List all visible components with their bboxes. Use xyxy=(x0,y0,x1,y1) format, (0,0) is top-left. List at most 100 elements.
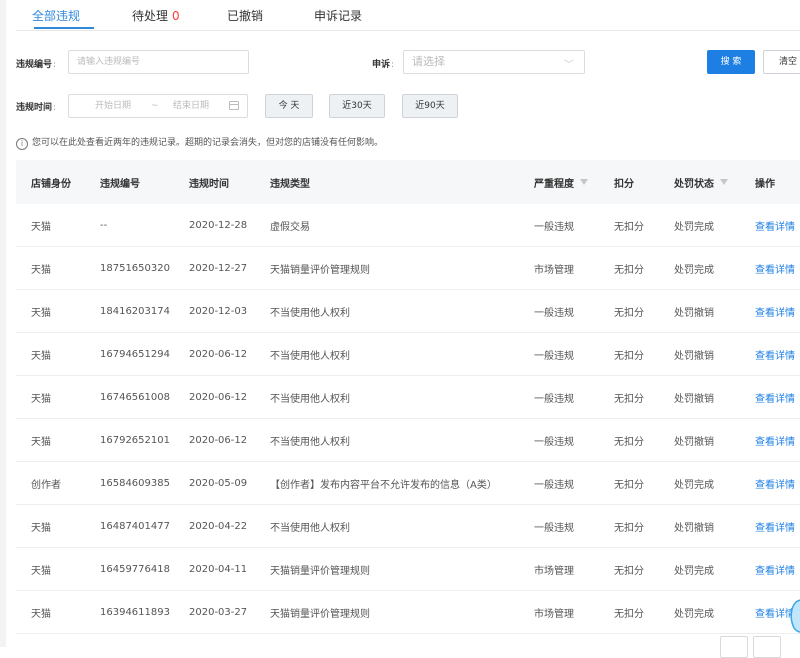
col-header-violation-type: 违规类型 xyxy=(270,178,310,190)
violation-time-label-text: 违规时间 xyxy=(16,103,53,113)
cell-penalty-status: 处罚撤销 xyxy=(674,393,714,405)
cell-shop-identity: 天猫 xyxy=(31,307,51,319)
cell-violation-time: 2020-12-03 xyxy=(189,305,248,317)
cell-violation-no: 18751650320 xyxy=(100,262,170,274)
cell-shop-identity: 天猫 xyxy=(31,565,51,577)
table-row: 天猫 16746561008 2020-06-12 不当使用他人权利 一般违规 无扣分 处罚… xyxy=(16,376,800,419)
tab-appeal-records[interactable]: 申诉记录 xyxy=(314,7,362,24)
tab-pending-label: 待处理 xyxy=(132,9,169,23)
table-row: 创作者 16584609385 2020-05-09 【创作者】发布内容平台不允许发布… xyxy=(16,462,800,505)
view-details-link[interactable]: 查看详情 xyxy=(755,505,795,547)
cell-violation-time: 2020-05-09 xyxy=(189,477,248,489)
range-separator: ~ xyxy=(151,101,159,111)
cell-points: 无扣分 xyxy=(614,565,644,577)
today-button[interactable]: 今 天 xyxy=(265,94,313,118)
retention-notice-text: 您可以在此处查看近两年的违规记录。超期的记录会消失，但对您的店铺没有任何影响。 xyxy=(32,138,384,148)
cell-violation-time: 2020-06-12 xyxy=(189,434,248,446)
cell-shop-identity: 天猫 xyxy=(31,221,51,233)
cell-violation-time: 2020-06-12 xyxy=(189,348,248,360)
cell-violation-no: 16487401477 xyxy=(100,520,170,532)
cell-shop-identity: 天猫 xyxy=(31,436,51,448)
cell-violation-time: 2020-12-28 xyxy=(189,219,248,231)
tab-revoked[interactable]: 已撤销 xyxy=(227,7,263,24)
view-details-link[interactable]: 查看详情 xyxy=(755,462,795,504)
col-header-shop-identity: 店铺身份 xyxy=(31,178,71,190)
cell-violation-type: 不当使用他人权利 xyxy=(270,436,350,448)
tab-all-violations[interactable]: 全部违规 xyxy=(32,7,80,24)
cell-violation-time: 2020-03-27 xyxy=(189,606,248,618)
retention-notice: i 您可以在此处查看近两年的违规记录。超期的记录会消失，但对您的店铺没有任何影响。 xyxy=(16,135,383,150)
filter-icon[interactable] xyxy=(720,179,728,185)
assistant-float-icon[interactable] xyxy=(788,598,800,636)
violation-no-label: 违规编号: xyxy=(16,57,56,70)
cell-violation-time: 2020-12-27 xyxy=(189,262,248,274)
cell-violation-no: 16584609385 xyxy=(100,477,170,489)
view-details-link[interactable]: 查看详情 xyxy=(755,333,795,375)
violation-no-input[interactable]: 请输入违规编号 xyxy=(68,50,249,74)
last-90-days-button[interactable]: 近90天 xyxy=(402,94,458,118)
cell-shop-identity: 天猫 xyxy=(31,350,51,362)
calendar-icon xyxy=(229,101,239,110)
cell-points: 无扣分 xyxy=(614,436,644,448)
cell-violation-time: 2020-04-11 xyxy=(189,563,248,575)
search-button[interactable]: 搜 索 xyxy=(707,50,755,74)
cell-penalty-status: 处罚完成 xyxy=(674,264,714,276)
cell-violation-type: 不当使用他人权利 xyxy=(270,350,350,362)
clear-button[interactable]: 清空 xyxy=(763,50,800,74)
violations-table: 店铺身份 违规编号 违规时间 违规类型 严重程度 扣分 处罚状态 操作 天猫 --… xyxy=(16,160,800,634)
cell-violation-type: 天猫销量评价管理规则 xyxy=(270,565,370,577)
table-row: 天猫 16794651294 2020-06-12 不当使用他人权利 一般违规 无扣分 处罚… xyxy=(16,333,800,376)
col-header-penalty-status-label: 处罚状态 xyxy=(674,178,714,190)
table-row: 天猫 16487401477 2020-04-22 不当使用他人权利 一般违规 无扣分 处罚… xyxy=(16,505,800,548)
col-header-violation-time: 违规时间 xyxy=(189,178,229,190)
table-row: 天猫 16792652101 2020-06-12 不当使用他人权利 一般违规 无扣分 处罚… xyxy=(16,419,800,462)
end-date-placeholder: 结束日期 xyxy=(173,101,210,111)
col-header-penalty-status[interactable]: 处罚状态 xyxy=(674,160,728,204)
cell-severity: 一般违规 xyxy=(534,522,574,534)
cell-severity: 一般违规 xyxy=(534,307,574,319)
date-range-picker[interactable]: 开始日期 ~ 结束日期 xyxy=(68,94,248,118)
cell-violation-type: 不当使用他人权利 xyxy=(270,307,350,319)
filter-icon[interactable] xyxy=(580,179,588,185)
cell-points: 无扣分 xyxy=(614,221,644,233)
table-row: 天猫 -- 2020-12-28 虚假交易 一般违规 无扣分 处罚完成 查看详情 xyxy=(16,204,800,247)
cell-violation-type: 【创作者】发布内容平台不允许发布的信息（A类） xyxy=(270,479,497,491)
cell-violation-no: 18416203174 xyxy=(100,305,170,317)
cell-points: 无扣分 xyxy=(614,393,644,405)
view-details-link[interactable]: 查看详情 xyxy=(755,290,795,332)
col-header-severity-label: 严重程度 xyxy=(534,178,574,190)
pager-prev-button[interactable] xyxy=(720,636,748,658)
pager-page-button[interactable] xyxy=(753,636,781,658)
col-header-action: 操作 xyxy=(755,178,775,190)
appeal-select[interactable]: 请选择 ﹀ xyxy=(403,50,585,74)
cell-penalty-status: 处罚完成 xyxy=(674,608,714,620)
cell-violation-type: 天猫销量评价管理规则 xyxy=(270,608,370,620)
cell-severity: 一般违规 xyxy=(534,350,574,362)
chevron-down-icon: ﹀ xyxy=(564,60,574,71)
pending-count-badge: 0 xyxy=(172,9,180,23)
cell-severity: 市场管理 xyxy=(534,608,574,620)
tab-bar: 全部违规 待处理 0 已撤销 申诉记录 xyxy=(16,0,800,31)
view-details-link[interactable]: 查看详情 xyxy=(755,204,795,246)
cell-points: 无扣分 xyxy=(614,264,644,276)
col-header-severity[interactable]: 严重程度 xyxy=(534,160,588,204)
cell-severity: 市场管理 xyxy=(534,264,574,276)
view-details-link[interactable]: 查看详情 xyxy=(755,247,795,289)
cell-shop-identity: 天猫 xyxy=(31,393,51,405)
cell-penalty-status: 处罚完成 xyxy=(674,565,714,577)
cell-violation-type: 虚假交易 xyxy=(270,221,310,233)
cell-violation-no: -- xyxy=(100,219,108,231)
col-header-points: 扣分 xyxy=(614,178,634,190)
cell-violation-time: 2020-06-12 xyxy=(189,391,248,403)
cell-penalty-status: 处罚完成 xyxy=(674,221,714,233)
tab-pending[interactable]: 待处理 0 xyxy=(132,7,180,24)
view-details-link[interactable]: 查看详情 xyxy=(755,419,795,461)
appeal-label: 申诉: xyxy=(372,57,394,70)
cell-shop-identity: 创作者 xyxy=(31,479,61,491)
tab-active-indicator xyxy=(34,27,94,29)
last-30-days-button[interactable]: 近30天 xyxy=(329,94,385,118)
view-details-link[interactable]: 查看详情 xyxy=(755,548,795,590)
colon: : xyxy=(53,103,57,113)
cell-severity: 一般违规 xyxy=(534,479,574,491)
view-details-link[interactable]: 查看详情 xyxy=(755,376,795,418)
